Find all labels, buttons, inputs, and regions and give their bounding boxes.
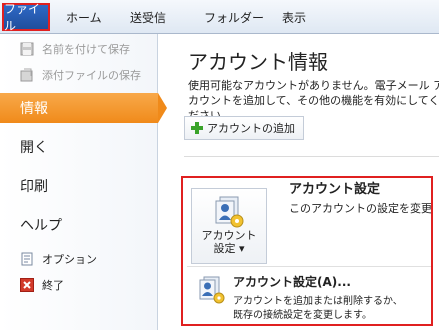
- tab-folder[interactable]: フォルダー: [204, 9, 264, 26]
- tab-home[interactable]: ホーム: [66, 9, 102, 26]
- nav-item-exit[interactable]: 終了: [20, 276, 64, 294]
- account-info-panel: アカウント情報 使用可能なアカウントがありません。電子メール アカウントを追加し…: [168, 34, 439, 330]
- save-as-label: 名前を付けて保存: [42, 43, 130, 56]
- save-as-icon: [20, 42, 34, 56]
- account-settings-button-line1: アカウント: [201, 229, 257, 242]
- menu-item-description-line2: 既存の接続設定を変更します。: [233, 310, 372, 321]
- account-settings-small-icon: [199, 276, 225, 304]
- add-account-button[interactable]: アカウントの追加: [184, 116, 304, 140]
- account-settings-icon: [215, 196, 244, 228]
- account-settings-description: このアカウントの設定を変更します: [289, 202, 432, 215]
- exit-label: 終了: [42, 279, 64, 292]
- save-attachments-icon: [20, 68, 34, 82]
- tab-file[interactable]: ファイル: [2, 2, 50, 33]
- plus-icon: [191, 122, 203, 134]
- tab-send-receive[interactable]: 送受信: [130, 9, 166, 26]
- tab-view[interactable]: 表示: [282, 9, 306, 26]
- menu-item-account-settings[interactable]: アカウント設定(A)... アカウントを追加または削除するか、 既存の接続設定を…: [193, 273, 429, 323]
- save-attachments-label: 添付ファイルの保存: [42, 69, 141, 82]
- save-as-command[interactable]: 名前を付けて保存: [20, 40, 130, 58]
- page-title: アカウント情報: [188, 50, 328, 74]
- exit-icon: [20, 278, 34, 292]
- divider: [184, 156, 439, 157]
- add-account-label: アカウントの追加: [207, 122, 295, 135]
- nav-item-options[interactable]: オプション: [20, 250, 97, 268]
- menu-item-description-line1: アカウントを追加または削除するか、: [233, 296, 403, 307]
- nav-item-open[interactable]: 開く: [0, 132, 158, 162]
- backstage-nav: 名前を付けて保存 添付ファイルの保存 情報 開く 印刷 ヘルプ オプション 終了: [0, 34, 167, 330]
- account-settings-highlight: アカウント 設定 ▾ アカウント設定 このアカウントの設定を変更します アカウン…: [181, 176, 433, 326]
- save-attachments-command[interactable]: 添付ファイルの保存: [20, 66, 141, 84]
- account-settings-heading: アカウント設定: [289, 182, 381, 197]
- account-settings-menu: アカウント設定(A)... アカウントを追加または削除するか、 既存の接続設定を…: [187, 266, 431, 324]
- nav-item-help[interactable]: ヘルプ: [0, 210, 158, 240]
- account-settings-button[interactable]: アカウント 設定 ▾: [191, 188, 267, 264]
- nav-item-print[interactable]: 印刷: [0, 171, 158, 201]
- options-icon: [20, 252, 34, 266]
- options-label: オプション: [42, 253, 97, 266]
- ribbon-tab-bar: ファイル ホーム 送受信 フォルダー 表示: [0, 0, 439, 34]
- account-settings-button-line2: 設定 ▾: [213, 242, 245, 255]
- nav-item-info[interactable]: 情報: [0, 93, 167, 123]
- menu-item-title: アカウント設定(A)...: [233, 275, 351, 289]
